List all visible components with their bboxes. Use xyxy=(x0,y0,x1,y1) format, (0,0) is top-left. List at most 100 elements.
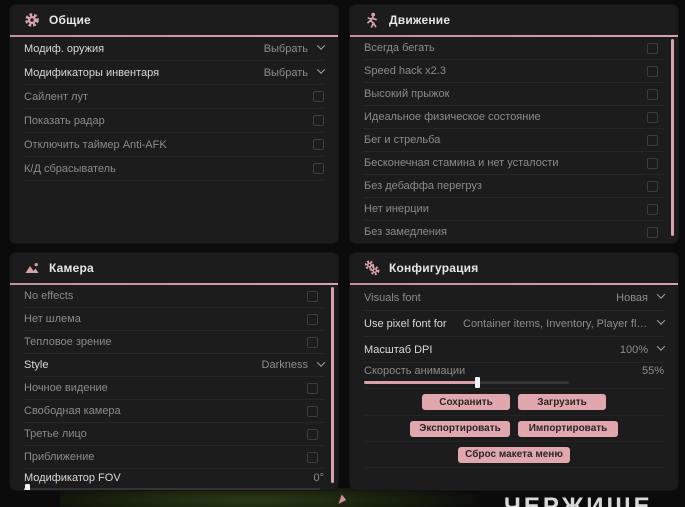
panel-config-body: Visuals font Новая Use pixel font for Co… xyxy=(350,285,678,468)
reset-menu-layout-button[interactable]: Сброс макета меню xyxy=(458,446,570,463)
no-overload-debuff-checkbox[interactable] xyxy=(647,180,658,192)
setting-label: Visuals font xyxy=(364,291,421,304)
setting-label: Бег и стрельба xyxy=(364,134,441,146)
setting-row-infinite-stamina[interactable]: Бесконечная стамина и нет усталости xyxy=(364,152,664,175)
mod-menu-overlay: ЧЕРЖИШЕ Общие Модиф. оружия Выбрать Моди… xyxy=(0,0,685,507)
night-vision-checkbox[interactable] xyxy=(307,382,318,394)
setting-row-zoom[interactable]: Приближение xyxy=(24,446,324,469)
weapon-mod-dropdown[interactable]: Выбрать xyxy=(264,41,326,55)
reset-layout-row: Сброс макета меню xyxy=(364,442,664,468)
animation-speed-value: 55% xyxy=(641,365,664,377)
setting-row-always-run[interactable]: Всегда бегать xyxy=(364,37,664,60)
save-load-row: Сохранить Загрузить xyxy=(364,389,664,416)
anti-afk-checkbox[interactable] xyxy=(313,139,324,150)
no-helmet-checkbox[interactable] xyxy=(307,313,318,325)
perfect-condition-checkbox[interactable] xyxy=(647,111,658,123)
save-button[interactable]: Сохранить xyxy=(422,394,510,410)
panel-general-body: Модиф. оружия Выбрать Модификаторы инвен… xyxy=(10,37,338,181)
fov-slider[interactable] xyxy=(24,484,320,490)
setting-row-visuals-font[interactable]: Visuals font Новая xyxy=(364,285,666,311)
run-and-shoot-checkbox[interactable] xyxy=(647,134,658,146)
panel-camera: Камера No effects Нет шлема Тепловое зре… xyxy=(10,253,338,490)
panel-title: Общие xyxy=(49,13,91,27)
silent-loot-checkbox[interactable] xyxy=(313,91,324,102)
setting-label: Ночное видение xyxy=(24,382,108,394)
runner-icon xyxy=(367,12,377,28)
free-camera-checkbox[interactable] xyxy=(307,405,318,417)
inventory-mods-dropdown[interactable]: Выбрать xyxy=(264,65,326,79)
thermal-vision-checkbox[interactable] xyxy=(307,336,318,348)
setting-label: Сайлент лут xyxy=(24,90,88,103)
dropdown-value: Новая xyxy=(616,291,648,304)
game-background-glow xyxy=(60,488,480,507)
setting-row-style[interactable]: Style Darkness xyxy=(24,354,326,377)
high-jump-checkbox[interactable] xyxy=(647,88,658,100)
setting-label: No effects xyxy=(24,290,74,302)
chevron-down-icon xyxy=(656,316,666,325)
setting-row-free-camera[interactable]: Свободная камера xyxy=(24,400,324,423)
setting-label: Модиф. оружия xyxy=(24,42,105,55)
setting-row-silent-loot[interactable]: Сайлент лут xyxy=(24,85,324,109)
animation-speed-handle[interactable] xyxy=(474,377,480,388)
pixel-font-dropdown[interactable]: Container items, Inventory, Player flags… xyxy=(463,316,666,330)
panel-title: Движение xyxy=(389,13,451,27)
setting-row-third-person[interactable]: Третье лицо xyxy=(24,423,324,446)
zoom-checkbox[interactable] xyxy=(307,451,318,463)
setting-row-weapon-mod[interactable]: Модиф. оружия Выбрать xyxy=(24,37,326,61)
setting-row-dpi-scale[interactable]: Масштаб DPI 100% xyxy=(364,337,666,363)
setting-label: Нет инерции xyxy=(364,203,429,215)
setting-row-perfect-condition[interactable]: Идеальное физическое состояние xyxy=(364,106,664,129)
setting-row-high-jump[interactable]: Высокий прыжок xyxy=(364,83,664,106)
setting-row-inventory-mods[interactable]: Модификаторы инвентаря Выбрать xyxy=(24,61,326,85)
setting-label: Без дебаффа перегруз xyxy=(364,180,482,192)
dropdown-value: Container items, Inventory, Player flags… xyxy=(463,317,648,330)
setting-label: Скорость анимации xyxy=(364,365,466,377)
export-button[interactable]: Экспортировать xyxy=(410,420,510,437)
setting-label: Speed hack x2.3 xyxy=(364,65,446,77)
setting-row-show-radar[interactable]: Показать радар xyxy=(24,109,324,133)
third-person-checkbox[interactable] xyxy=(307,428,318,440)
cooldown-reset-checkbox[interactable] xyxy=(313,163,324,174)
setting-label: Нет шлема xyxy=(24,313,81,325)
always-run-checkbox[interactable] xyxy=(647,42,658,54)
visuals-font-dropdown[interactable]: Новая xyxy=(616,290,666,304)
setting-row-no-helmet[interactable]: Нет шлема xyxy=(24,308,324,331)
animation-speed-slider[interactable] xyxy=(364,377,569,388)
infinite-stamina-checkbox[interactable] xyxy=(647,157,658,169)
import-button[interactable]: Импортировать xyxy=(518,420,618,437)
setting-row-thermal-vision[interactable]: Тепловое зрение xyxy=(24,331,324,354)
setting-row-run-and-shoot[interactable]: Бег и стрельба xyxy=(364,129,664,152)
setting-row-no-slowdown[interactable]: Без замедления xyxy=(364,221,664,243)
show-radar-checkbox[interactable] xyxy=(313,115,324,126)
no-slowdown-checkbox[interactable] xyxy=(647,226,658,238)
setting-row-fov-modifier[interactable]: Модификатор FOV 0° xyxy=(24,469,324,487)
style-dropdown[interactable]: Darkness xyxy=(262,357,326,371)
setting-row-night-vision[interactable]: Ночное видение xyxy=(24,377,324,400)
setting-row-cooldown-reset[interactable]: К/Д сбрасыватель xyxy=(24,157,324,181)
setting-row-no-effects[interactable]: No effects xyxy=(24,285,324,308)
dpi-scale-dropdown[interactable]: 100% xyxy=(619,342,666,356)
speed-hack-checkbox[interactable] xyxy=(647,65,658,77)
setting-label: Всегда бегать xyxy=(364,42,435,54)
setting-label: Отключить таймер Anti-AFK xyxy=(24,138,167,151)
movement-scrollbar[interactable] xyxy=(671,39,674,236)
setting-label: К/Д сбрасыватель xyxy=(24,162,116,175)
gear-icon xyxy=(25,13,39,27)
setting-row-animation-speed[interactable]: Скорость анимации 55% xyxy=(364,363,664,379)
setting-label: Высокий прыжок xyxy=(364,88,450,100)
chevron-down-icon xyxy=(316,357,326,367)
panel-movement-header: Движение xyxy=(350,5,678,35)
no-inertia-checkbox[interactable] xyxy=(647,203,658,215)
panel-config: Конфигурация Visuals font Новая Use pixe… xyxy=(350,253,678,490)
panel-config-header: Конфигурация xyxy=(350,253,678,283)
setting-row-no-overload-debuff[interactable]: Без дебаффа перегруз xyxy=(364,175,664,198)
setting-row-no-inertia[interactable]: Нет инерции xyxy=(364,198,664,221)
camera-scrollbar[interactable] xyxy=(331,287,334,483)
setting-row-pixel-font[interactable]: Use pixel font for Container items, Inve… xyxy=(364,311,666,337)
no-effects-checkbox[interactable] xyxy=(307,290,318,302)
fov-slider-handle[interactable] xyxy=(24,484,30,490)
load-button[interactable]: Загрузить xyxy=(518,394,606,410)
setting-row-anti-afk[interactable]: Отключить таймер Anti-AFK xyxy=(24,133,324,157)
setting-row-speed-hack[interactable]: Speed hack x2.3 xyxy=(364,60,664,83)
dropdown-value: 100% xyxy=(619,343,648,356)
